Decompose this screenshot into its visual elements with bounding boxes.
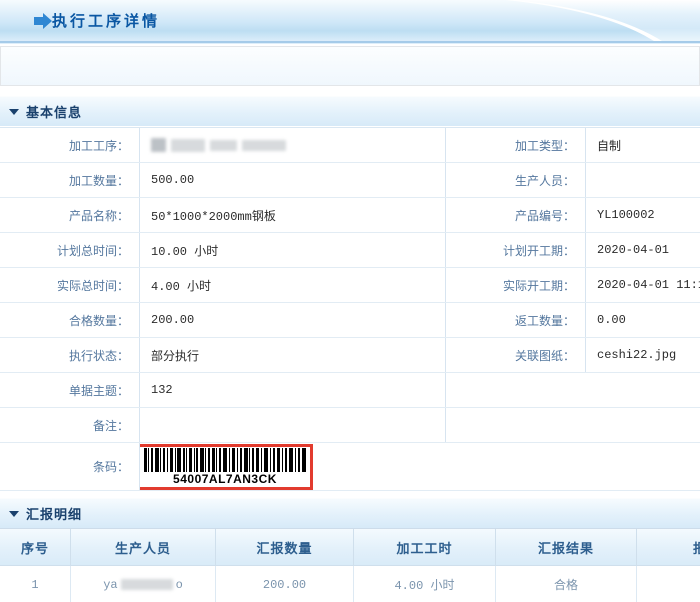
- worker-prefix: ya: [103, 578, 117, 592]
- field-value: ceshi22.jpg: [586, 338, 700, 372]
- info-row-planned-time: 计划总时间： 10.00 小时 计划开工期： 2020-04-01: [0, 233, 700, 268]
- field-label: 返工数量：: [446, 303, 586, 337]
- field-value: 4.00 小时: [140, 268, 446, 302]
- field-label: 计划开工期：: [446, 233, 586, 267]
- column-header-seq: 序号: [0, 529, 71, 565]
- collapse-triangle-icon: [9, 511, 19, 517]
- info-row-remark: 备注：: [0, 408, 700, 443]
- worker-suffix: o: [176, 578, 183, 592]
- barcode-highlight-box: 54007AL7AN3CK: [140, 444, 313, 490]
- cell-qty: 200.00: [216, 566, 354, 602]
- info-row-qualified-qty: 合格数量： 200.00 返工数量： 0.00: [0, 303, 700, 338]
- top-header-band: 执行工序详情: [0, 0, 700, 41]
- info-row-process: 加工工序： 加工类型： 自制: [0, 128, 700, 163]
- section-header-basic-info[interactable]: 基本信息: [0, 96, 700, 126]
- cell-cutoff-empty: [637, 566, 700, 602]
- field-value: 200.00: [140, 303, 446, 337]
- cell-worker: ya o: [71, 566, 216, 602]
- info-row-exec-status: 执行状态： 部分执行 关联图纸： ceshi22.jpg: [0, 338, 700, 373]
- report-table-row: 1 ya o 200.00 4.00 小时 合格: [0, 566, 700, 602]
- header-underline-light: [0, 43, 700, 44]
- basic-info-table: 加工工序： 加工类型： 自制 加工数量： 500.00 生产人员： 产品名称： …: [0, 127, 700, 491]
- section-title-report-detail: 汇报明细: [26, 504, 82, 523]
- barcode-text: 54007AL7AN3CK: [173, 472, 277, 486]
- field-value: 部分执行: [140, 338, 446, 372]
- field-label-empty: [446, 408, 586, 442]
- column-header-hours: 加工工时: [354, 529, 496, 565]
- toolbar-panel: [0, 46, 700, 86]
- field-label: 加工类型：: [446, 128, 586, 162]
- field-value-empty: [586, 373, 700, 407]
- field-label: 生产人员：: [446, 163, 586, 197]
- field-label: 加工工序：: [0, 128, 140, 162]
- info-row-product-name: 产品名称： 50*1000*2000mm钢板 产品编号： YL100002: [0, 198, 700, 233]
- cell-hours: 4.00 小时: [354, 566, 496, 602]
- redaction-blur: [242, 140, 286, 151]
- column-header-worker: 生产人员: [71, 529, 216, 565]
- section-header-report-detail[interactable]: 汇报明细: [0, 498, 700, 528]
- report-table: 序号 生产人员 汇报数量 加工工时 汇报结果 报 1 ya o 200.00 4…: [0, 528, 700, 602]
- field-label: 单据主题：: [0, 373, 140, 407]
- column-header-qty: 汇报数量: [216, 529, 354, 565]
- info-row-actual-time: 实际总时间： 4.00 小时 实际开工期： 2020-04-01 11:15:5…: [0, 268, 700, 303]
- field-value: [586, 163, 700, 197]
- redaction-blur: [121, 579, 173, 590]
- field-label-empty: [446, 373, 586, 407]
- report-table-header-row: 序号 生产人员 汇报数量 加工工时 汇报结果 报: [0, 529, 700, 566]
- cell-result: 合格: [496, 566, 637, 602]
- field-value: 自制: [586, 128, 700, 162]
- info-row-doc-subject: 单据主题： 132: [0, 373, 700, 408]
- field-value-redacted: [140, 128, 446, 162]
- redaction-blur: [171, 139, 205, 152]
- field-value: 500.00: [140, 163, 446, 197]
- field-value: YL100002: [586, 198, 700, 232]
- redaction-blur: [151, 138, 166, 152]
- arrow-right-icon: [34, 17, 43, 25]
- field-label: 条码：: [0, 443, 140, 490]
- field-label: 产品编号：: [446, 198, 586, 232]
- column-header-result: 汇报结果: [496, 529, 637, 565]
- section-title-basic-info: 基本信息: [26, 102, 82, 121]
- collapse-triangle-icon: [9, 109, 19, 115]
- field-value: 2020-04-01 11:15:54: [586, 268, 700, 302]
- field-value-empty: [586, 408, 700, 442]
- field-label: 实际开工期：: [446, 268, 586, 302]
- page-title: 执行工序详情: [52, 10, 160, 31]
- field-value: 132: [140, 373, 446, 407]
- cell-seq: 1: [0, 566, 71, 602]
- field-label: 合格数量：: [0, 303, 140, 337]
- field-label: 关联图纸：: [446, 338, 586, 372]
- field-value: 0.00: [586, 303, 700, 337]
- info-row-quantity: 加工数量： 500.00 生产人员：: [0, 163, 700, 198]
- info-row-barcode: 条码：: [0, 443, 700, 491]
- field-label: 实际总时间：: [0, 268, 140, 302]
- field-value: 50*1000*2000mm钢板: [140, 198, 446, 232]
- field-value: 2020-04-01: [586, 233, 700, 267]
- field-label: 计划总时间：: [0, 233, 140, 267]
- column-header-cutoff: 报: [637, 529, 700, 565]
- field-value-empty: [140, 408, 446, 442]
- redaction-blur: [210, 140, 237, 151]
- field-label: 执行状态：: [0, 338, 140, 372]
- field-label: 备注：: [0, 408, 140, 442]
- barcode-image: [144, 448, 306, 472]
- field-label: 加工数量：: [0, 163, 140, 197]
- field-value: 10.00 小时: [140, 233, 446, 267]
- field-label: 产品名称：: [0, 198, 140, 232]
